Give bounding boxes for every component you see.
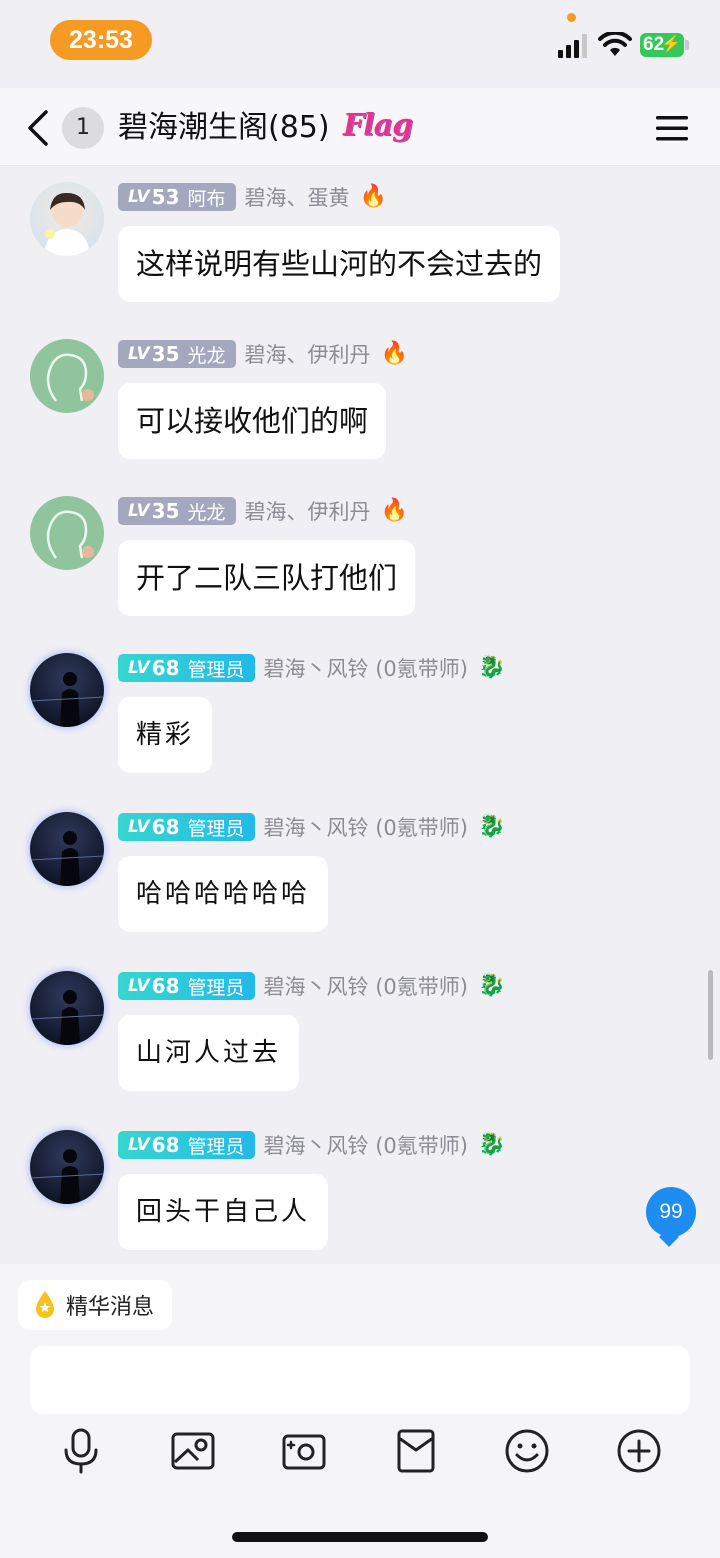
privacy-indicator-dot	[567, 13, 576, 22]
unread-count-badge[interactable]: 1	[62, 107, 104, 149]
microphone-icon[interactable]	[56, 1426, 106, 1476]
essence-messages-button[interactable]: 精华消息	[18, 1280, 173, 1330]
message-bubble[interactable]: 可以接收他们的啊	[118, 383, 387, 459]
message-meta: LV 68 管理员 碧海丶风铃 (0氪带师) 🐉	[118, 653, 505, 683]
fire-icon: 🔥	[359, 184, 387, 209]
level-prefix: LV	[128, 344, 150, 364]
level-prefix: LV	[128, 187, 150, 207]
charging-icon: ⚡	[661, 36, 681, 53]
member-title: 光龙	[187, 344, 226, 367]
camera-icon[interactable]	[279, 1426, 329, 1476]
status-time: 23:53	[50, 20, 152, 60]
member-title: 光龙	[187, 501, 226, 524]
level-number: 53	[151, 185, 180, 209]
sender-name[interactable]: 碧海、伊利丹	[245, 496, 371, 526]
night-figure-avatar[interactable]	[30, 653, 104, 727]
image-icon[interactable]	[168, 1426, 218, 1476]
dragon-icon: 🐉	[477, 814, 506, 839]
member-title: 管理员	[187, 817, 245, 840]
red-packet-icon[interactable]	[391, 1426, 441, 1476]
message-meta: LV 68 管理员 碧海丶风铃 (0氪带师) 🐉	[118, 812, 505, 842]
message-bubble[interactable]: 精彩	[118, 697, 213, 773]
dragon-icon: 🐉	[477, 655, 506, 680]
night-figure-avatar[interactable]	[30, 812, 104, 886]
menu-icon[interactable]	[654, 114, 690, 142]
member-title: 管理员	[187, 976, 245, 999]
admin-level-badge: LV 68 管理员	[118, 654, 255, 682]
level-prefix: LV	[128, 976, 150, 996]
battery-indicator: 62 ⚡	[640, 33, 684, 57]
bottom-panel: 精华消息	[0, 1264, 720, 1558]
sender-name[interactable]: 碧海丶风铃 (0氪带师)	[264, 1130, 468, 1160]
chat-title[interactable]: 碧海潮生阁(85)	[118, 108, 330, 148]
message-bubble[interactable]: 这样说明有些山河的不会过去的	[118, 226, 561, 302]
input-toolbar	[0, 1426, 720, 1486]
avatar-illustration	[30, 1149, 104, 1204]
silhouette-avatar[interactable]	[30, 496, 104, 570]
admin-level-badge: LV 68 管理员	[118, 972, 255, 1000]
member-title: 管理员	[187, 658, 245, 681]
scrollbar[interactable]	[708, 970, 713, 1060]
level-number: 68	[151, 656, 180, 680]
message-input[interactable]	[30, 1346, 690, 1414]
level-prefix: LV	[128, 501, 150, 521]
back-arrow-icon[interactable]	[24, 108, 54, 148]
silhouette-avatar[interactable]	[30, 339, 104, 413]
admin-level-badge: LV 68 管理员	[118, 1131, 255, 1159]
fire-icon: 🔥	[380, 341, 408, 366]
message-meta: LV 35 光龙 碧海、伊利丹 🔥	[118, 339, 408, 369]
group-flag-badge: Flag	[343, 108, 413, 143]
admin-level-badge: LV 68 管理员	[118, 813, 255, 841]
emoji-icon[interactable]	[502, 1426, 552, 1476]
dragon-icon: 🐉	[477, 973, 506, 998]
essence-label: 精华消息	[66, 1295, 155, 1320]
level-number: 35	[151, 499, 180, 523]
chat-header: 1 碧海潮生阁(85) Flag	[0, 88, 720, 166]
avatar-illustration	[44, 192, 90, 256]
sender-name[interactable]: 碧海丶风铃 (0氪带师)	[264, 653, 468, 683]
sender-name[interactable]: 碧海丶风铃 (0氪带师)	[264, 812, 468, 842]
message-meta: LV 35 光龙 碧海、伊利丹 🔥	[118, 496, 408, 526]
level-number: 68	[151, 1133, 180, 1157]
message-meta: LV 68 管理员 碧海丶风铃 (0氪带师) 🐉	[118, 1130, 505, 1160]
level-badge: LV 35 光龙	[118, 497, 236, 525]
member-title: 阿布	[187, 187, 226, 210]
level-prefix: LV	[128, 658, 150, 678]
avatar-illustration	[30, 990, 104, 1045]
night-figure-avatar[interactable]	[30, 971, 104, 1045]
home-indicator	[232, 1532, 488, 1542]
status-bar: 23:53 62 ⚡	[0, 0, 720, 80]
avatar-illustration	[46, 510, 94, 559]
message-meta: LV 68 管理员 碧海丶风铃 (0氪带师) 🐉	[118, 971, 505, 1001]
cartoon-boy-avatar[interactable]	[30, 182, 104, 256]
night-figure-avatar[interactable]	[30, 1130, 104, 1204]
sender-name[interactable]: 碧海、蛋黄	[245, 182, 350, 212]
level-number: 68	[151, 815, 180, 839]
fire-icon: 🔥	[380, 498, 408, 523]
message-bubble[interactable]: 哈哈哈哈哈哈	[118, 856, 329, 932]
dragon-icon: 🐉	[477, 1132, 506, 1157]
avatar-illustration	[30, 672, 104, 727]
message-bubble[interactable]: 开了二队三队打他们	[118, 540, 416, 616]
member-title: 管理员	[187, 1135, 245, 1158]
level-badge: LV 35 光龙	[118, 340, 236, 368]
message-bubble[interactable]: 回头干自己人	[118, 1174, 329, 1250]
level-number: 68	[151, 974, 180, 998]
level-prefix: LV	[128, 817, 150, 837]
signal-icon	[558, 34, 587, 58]
sender-name[interactable]: 碧海丶风铃 (0氪带师)	[264, 971, 468, 1001]
level-badge: LV 53 阿布	[118, 183, 236, 211]
wifi-icon	[598, 32, 632, 56]
message-meta: LV 53 阿布 碧海、蛋黄 🔥	[118, 182, 387, 212]
level-prefix: LV	[128, 1135, 150, 1155]
message-bubble[interactable]: 山河人过去	[118, 1015, 300, 1091]
plus-icon[interactable]	[614, 1426, 664, 1476]
level-number: 35	[151, 342, 180, 366]
avatar-illustration	[46, 353, 94, 402]
battery-cap	[685, 40, 689, 50]
new-messages-bubble[interactable]: 99	[646, 1187, 696, 1237]
avatar-illustration	[30, 831, 104, 886]
essence-drop-icon	[36, 1291, 54, 1318]
sender-name[interactable]: 碧海、伊利丹	[245, 339, 371, 369]
